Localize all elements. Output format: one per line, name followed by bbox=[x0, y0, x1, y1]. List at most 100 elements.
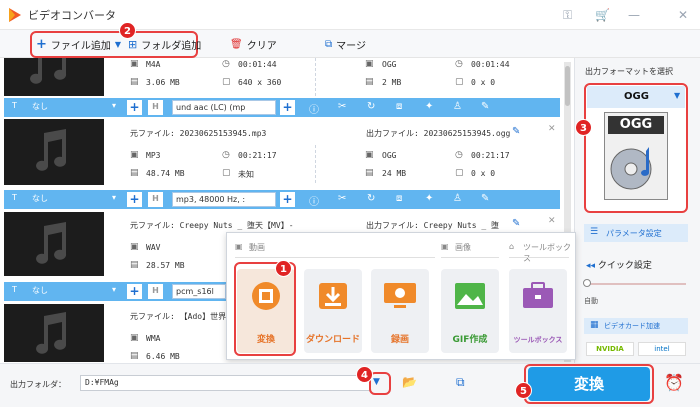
src-format: M4A bbox=[146, 60, 161, 69]
chevron-down-icon[interactable]: ▾ bbox=[112, 193, 116, 202]
audio-track-select[interactable]: mp3, 48000 Hz, : bbox=[172, 192, 276, 207]
clock-icon: ◷ bbox=[222, 150, 230, 160]
dst-resolution: 0 x 0 bbox=[471, 169, 496, 178]
size-icon: ▤ bbox=[130, 351, 139, 361]
open-folder-icon[interactable]: 📂 bbox=[402, 375, 417, 389]
file-thumbnail[interactable] bbox=[4, 212, 104, 276]
param-settings-button[interactable]: ☰ パラメータ設定 bbox=[584, 224, 688, 242]
hq-icon[interactable]: H bbox=[148, 284, 163, 299]
record-tile[interactable]: 録画 bbox=[371, 269, 429, 353]
cart-icon[interactable]: 🛒 bbox=[595, 8, 610, 22]
cut-icon[interactable]: ✂ bbox=[338, 101, 346, 112]
gif-tile[interactable]: GIF作成 bbox=[441, 269, 499, 353]
size-icon: ▤ bbox=[365, 168, 374, 178]
info-icon[interactable]: ⓘ bbox=[309, 193, 319, 208]
monitor-icon bbox=[384, 283, 416, 308]
effects-icon[interactable]: ✦ bbox=[425, 101, 433, 112]
key-icon[interactable]: ⚿ bbox=[563, 8, 572, 23]
clock-icon: ◷ bbox=[222, 59, 230, 69]
merge-button[interactable]: ⧉ マージ bbox=[325, 37, 366, 52]
add-audio-button[interactable]: + bbox=[280, 192, 295, 207]
close-icon[interactable]: ✕ bbox=[548, 216, 556, 226]
resolution-icon: ▢ bbox=[222, 77, 231, 87]
source-filename: 元ファイル: Creepy Nuts _ 堕天【MV】- bbox=[130, 221, 294, 230]
add-audio-button[interactable]: + bbox=[280, 100, 295, 115]
audio-track-select[interactable]: pcm_s16l bbox=[172, 284, 226, 299]
divider bbox=[441, 257, 499, 258]
watermark-icon[interactable]: ♙ bbox=[453, 193, 462, 204]
rotate-icon[interactable]: ↻ bbox=[367, 193, 375, 204]
add-subtitle-button[interactable]: + bbox=[127, 284, 142, 299]
cut-icon[interactable]: ✂ bbox=[338, 193, 346, 204]
quality-slider[interactable] bbox=[586, 283, 686, 285]
file-thumbnail[interactable] bbox=[4, 304, 104, 362]
param-settings-label: パラメータ設定 bbox=[606, 229, 662, 238]
chevron-down-icon[interactable]: ▾ bbox=[112, 285, 116, 294]
clock-icon: ◷ bbox=[455, 59, 463, 69]
file-thumbnail[interactable] bbox=[4, 119, 104, 185]
hq-icon[interactable]: H bbox=[148, 192, 163, 207]
download-tile[interactable]: ダウンロード bbox=[304, 269, 362, 353]
crop-icon[interactable]: ⧈ bbox=[396, 193, 402, 204]
dst-format: OGG bbox=[382, 151, 397, 160]
ogg-icon-label: OGG bbox=[608, 116, 664, 134]
dropdown-arrow-icon[interactable]: ▼ bbox=[115, 40, 121, 49]
add-file-button[interactable]: + ファイル追加 ▼ bbox=[36, 37, 121, 53]
badge-3: 3 bbox=[575, 119, 592, 136]
close-icon[interactable]: ✕ bbox=[678, 8, 688, 22]
divider bbox=[315, 58, 316, 96]
minimize-icon[interactable]: — bbox=[628, 8, 640, 22]
quick-settings[interactable]: ◂◂ クイック設定 bbox=[586, 258, 652, 271]
watermark-icon[interactable]: ♙ bbox=[453, 101, 462, 112]
chevron-down-icon[interactable]: ▾ bbox=[112, 101, 116, 110]
track-bar: T なし ▾ + H mp3, 48000 Hz, : + ⓘ ✂ ↻ ⧈ ✦ … bbox=[4, 190, 560, 209]
add-subtitle-button[interactable]: + bbox=[127, 100, 142, 115]
source-filename: 元ファイル: 【Ado】世界 bbox=[130, 312, 227, 321]
subtitle-value[interactable]: なし bbox=[32, 285, 48, 296]
chevron-left-icon: ◂◂ bbox=[586, 261, 596, 271]
subtitle-value[interactable]: なし bbox=[32, 101, 48, 112]
output-folder-input[interactable]: D:¥FMAg bbox=[80, 375, 370, 391]
clear-button[interactable]: 🗑 クリア bbox=[230, 37, 277, 52]
pencil-icon[interactable]: ✎ bbox=[512, 218, 520, 229]
badge-4: 4 bbox=[356, 366, 373, 383]
chevron-down-icon[interactable]: ▼ bbox=[674, 91, 680, 100]
toolbox-category-label: ツールボックス bbox=[523, 243, 571, 263]
add-folder-button[interactable]: ⊞ フォルダ追加 bbox=[128, 37, 201, 52]
toolbox-tile[interactable]: ツールボックス bbox=[509, 269, 567, 353]
dst-format: OGG bbox=[382, 60, 397, 69]
rotate-icon[interactable]: ↻ bbox=[367, 101, 375, 112]
format-icon: ▣ bbox=[130, 59, 139, 69]
intel-logo: intel bbox=[638, 342, 686, 356]
add-subtitle-button[interactable]: + bbox=[127, 192, 142, 207]
edit-subtitle-icon[interactable]: ✎ bbox=[481, 101, 489, 112]
track-bar: T なし ▾ + H pcm_s16l bbox=[4, 282, 226, 301]
size-icon: ▤ bbox=[365, 77, 374, 87]
alarm-clock-icon[interactable]: ⏰ bbox=[664, 373, 684, 392]
download-icon bbox=[319, 283, 347, 309]
audio-track-select[interactable]: und aac (LC) (mp bbox=[172, 100, 276, 115]
add-folder-label: フォルダ追加 bbox=[141, 41, 202, 52]
src-format: WAV bbox=[146, 243, 161, 252]
effects-icon[interactable]: ✦ bbox=[425, 193, 433, 204]
crop-icon[interactable]: ⧈ bbox=[396, 101, 402, 112]
output-filename: 出力ファイル: Creepy Nuts _ 堕 bbox=[366, 221, 500, 230]
scrollbar-thumb[interactable] bbox=[565, 66, 570, 106]
gpu-accel-button[interactable]: ▦ ビデオカード加速 bbox=[584, 318, 688, 334]
slider-handle[interactable] bbox=[583, 279, 591, 287]
convert-button[interactable]: 変換 bbox=[528, 367, 650, 401]
sliders-icon: ☰ bbox=[590, 227, 599, 237]
src-size: 3.06 MB bbox=[146, 78, 180, 87]
info-icon[interactable]: ⓘ bbox=[309, 101, 319, 116]
folder-dropdown-icon[interactable]: ▼ bbox=[373, 377, 380, 387]
close-icon[interactable]: ✕ bbox=[548, 124, 556, 134]
subtitle-value[interactable]: なし bbox=[32, 193, 48, 204]
pencil-icon[interactable]: ✎ bbox=[512, 126, 520, 137]
edit-subtitle-icon[interactable]: ✎ bbox=[481, 193, 489, 204]
history-icon[interactable]: ⧉ bbox=[456, 375, 465, 390]
folder-add-icon: ⊞ bbox=[128, 38, 138, 51]
toolbox-category-icon: ⌂ bbox=[509, 242, 515, 251]
file-thumbnail[interactable] bbox=[4, 54, 104, 96]
dst-duration: 00:21:17 bbox=[471, 151, 510, 160]
hq-icon[interactable]: H bbox=[148, 100, 163, 115]
